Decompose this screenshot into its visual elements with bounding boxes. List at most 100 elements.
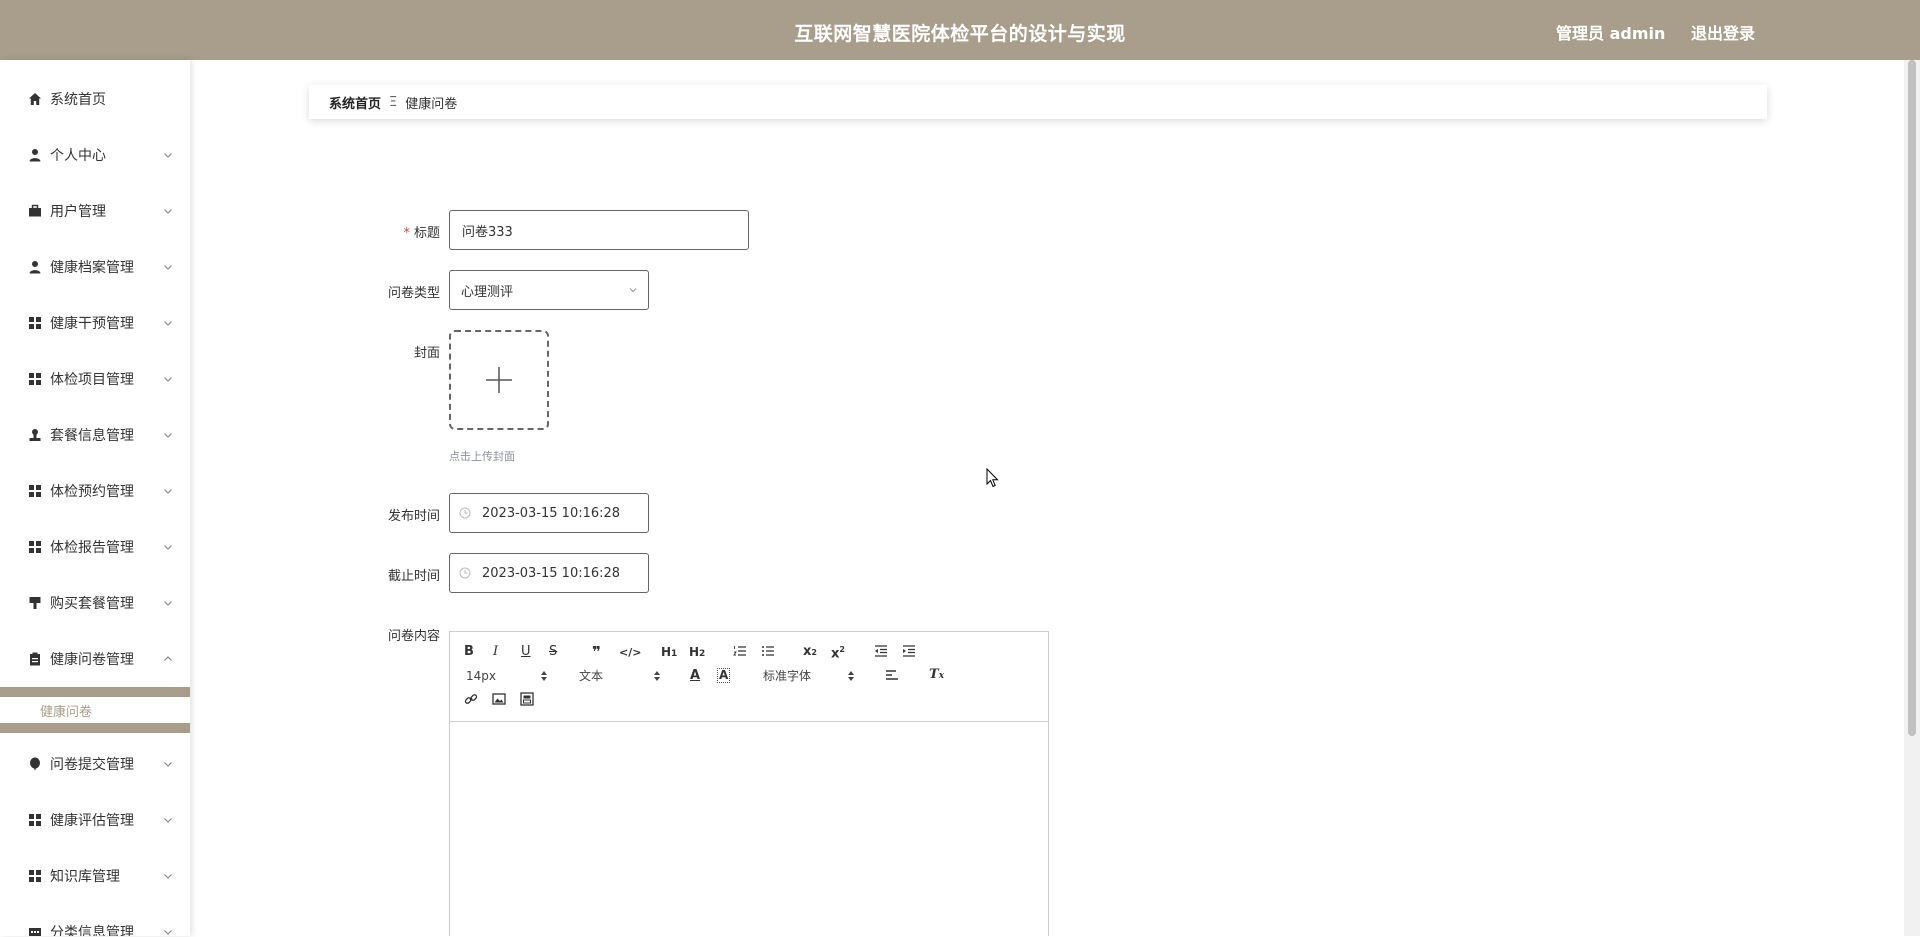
sidebar-item-label: 套餐信息管理 [50, 428, 134, 444]
sidebar-item-label: 系统首页 [50, 92, 106, 108]
sidebar-item-category-info[interactable]: 分类信息管理 [0, 904, 190, 936]
sidebar-item-health-intervention[interactable]: 健康干预管理 [0, 295, 190, 351]
underline-button[interactable]: U [521, 644, 531, 660]
sidebar-item-label: 体检项目管理 [50, 372, 134, 388]
block-format-select[interactable]: 文本 [579, 668, 663, 684]
user-icon [28, 148, 42, 162]
link-button[interactable] [464, 692, 478, 711]
sidebar-item-user-management[interactable]: 用户管理 [0, 183, 190, 239]
chevron-down-icon [164, 377, 172, 382]
select-arrows-icon [848, 671, 854, 681]
chevron-down-icon [164, 601, 172, 606]
chevron-down-icon [164, 930, 172, 935]
grid-icon [28, 813, 42, 827]
publish-time-label: 发布时间 [387, 509, 440, 524]
chevron-down-icon [164, 153, 172, 158]
breadcrumb-home-link[interactable]: 系统首页 [329, 93, 381, 112]
grid-icon [28, 372, 42, 386]
sidebar-item-label: 体检预约管理 [50, 484, 134, 500]
indent-icon [903, 645, 915, 657]
font-color-button[interactable]: A [690, 668, 700, 684]
align-button[interactable] [885, 668, 899, 687]
bullet-list-icon [762, 646, 774, 656]
sidebar-item-label: 个人中心 [50, 148, 106, 164]
chevron-down-icon [164, 265, 172, 270]
select-arrows-icon [654, 671, 660, 681]
title-input[interactable]: 问卷333 [449, 210, 749, 250]
page-scrollbar[interactable] [1904, 60, 1920, 936]
bullet-list-button[interactable] [761, 644, 775, 663]
chevron-down-icon [164, 321, 172, 326]
questionnaire-type-select[interactable]: 心理测评 [449, 270, 649, 310]
blockquote-button[interactable]: ❞ [592, 644, 601, 660]
heading1-button[interactable]: H1 [661, 644, 677, 662]
sidebar-item-exam-booking[interactable]: 体检预约管理 [0, 463, 190, 519]
sidebar-item-exam-report[interactable]: 体检报告管理 [0, 519, 190, 575]
select-arrows-icon [541, 671, 547, 681]
strikethrough-button[interactable]: S [549, 644, 557, 660]
clipboard-icon [28, 652, 42, 666]
sidebar-item-health-questionnaire[interactable]: 健康问卷管理 [0, 631, 190, 687]
sidebar-item-personal-center[interactable]: 个人中心 [0, 127, 190, 183]
plus-icon [486, 367, 512, 393]
sidebar-item-label: 体检报告管理 [50, 540, 134, 556]
ordered-list-button[interactable] [733, 644, 747, 663]
font-size-select[interactable]: 14px [466, 668, 550, 684]
sidebar-item-exam-items[interactable]: 体检项目管理 [0, 351, 190, 407]
chevron-down-icon [164, 489, 172, 494]
indent-button[interactable] [902, 644, 916, 663]
image-button[interactable] [492, 692, 506, 711]
subscript-button[interactable]: x2 [803, 644, 817, 661]
sidebar-item-questionnaire-submission[interactable]: 问卷提交管理 [0, 736, 190, 792]
heading2-button[interactable]: H2 [689, 644, 705, 662]
code-block-button[interactable]: </> [619, 645, 641, 661]
breadcrumb-current: 健康问卷 [405, 96, 458, 112]
cover-upload-button[interactable] [449, 330, 549, 430]
editor-content-area[interactable] [450, 723, 1048, 937]
sidebar-item-purchase-package[interactable]: 购买套餐管理 [0, 575, 190, 631]
sidebar-item-health-records[interactable]: 健康档案管理 [0, 239, 190, 295]
sidebar-item-label: 健康干预管理 [50, 316, 134, 332]
background-color-button[interactable]: A [717, 668, 731, 683]
grid-icon [28, 484, 42, 498]
sidebar-item-health-assessment[interactable]: 健康评估管理 [0, 792, 190, 848]
cover-label: 封面 [413, 346, 440, 361]
publish-time-input[interactable]: 2023-03-15 10:16:28 [449, 493, 649, 533]
image-icon [492, 693, 506, 705]
logout-button[interactable]: 退出登录 [1691, 20, 1755, 44]
rich-text-editor: B I U S ❞ </> H1 H2 x2 x2 14px 文本 A A 标准… [449, 631, 1049, 937]
outdent-button[interactable] [874, 644, 888, 663]
sidebar-item-label: 分类信息管理 [50, 925, 134, 936]
chevron-down-icon [164, 209, 172, 214]
sidebar-item-label: 问卷提交管理 [50, 757, 134, 773]
italic-button[interactable]: I [493, 644, 498, 660]
sidebar-item-label: 知识库管理 [50, 869, 120, 885]
align-left-icon [886, 670, 898, 680]
grid-icon [28, 316, 42, 330]
sidebar-item-home[interactable]: 系统首页 [0, 71, 190, 127]
user-icon [28, 260, 42, 274]
sidebar-item-package-info[interactable]: 套餐信息管理 [0, 407, 190, 463]
sidebar-item-knowledge-base[interactable]: 知识库管理 [0, 848, 190, 904]
submenu-divider [0, 687, 190, 697]
submenu-item-health-questionnaire[interactable]: 健康问卷 [0, 697, 190, 723]
scrollbar-thumb[interactable] [1908, 60, 1916, 736]
deadline-label: 截止时间 [387, 569, 440, 584]
bold-button[interactable]: B [464, 644, 474, 660]
superscript-button[interactable]: x2 [831, 642, 845, 662]
content-label: 问卷内容 [387, 629, 440, 644]
brush-icon [28, 596, 42, 610]
font-family-select[interactable]: 标准字体 [763, 668, 855, 684]
submenu-divider [0, 723, 190, 733]
balloon-icon [28, 757, 42, 771]
video-icon [520, 692, 534, 706]
list-icon [28, 925, 42, 936]
sidebar-item-label: 健康评估管理 [50, 813, 134, 829]
deadline-input[interactable]: 2023-03-15 10:16:28 [449, 553, 649, 593]
video-button[interactable] [520, 692, 534, 711]
mouse-cursor-icon [986, 468, 999, 488]
clock-icon [459, 567, 471, 579]
clear-format-button[interactable]: Tx [929, 667, 944, 684]
admin-user-label: 管理员 admin [1556, 24, 1666, 43]
briefcase-icon [28, 204, 42, 218]
